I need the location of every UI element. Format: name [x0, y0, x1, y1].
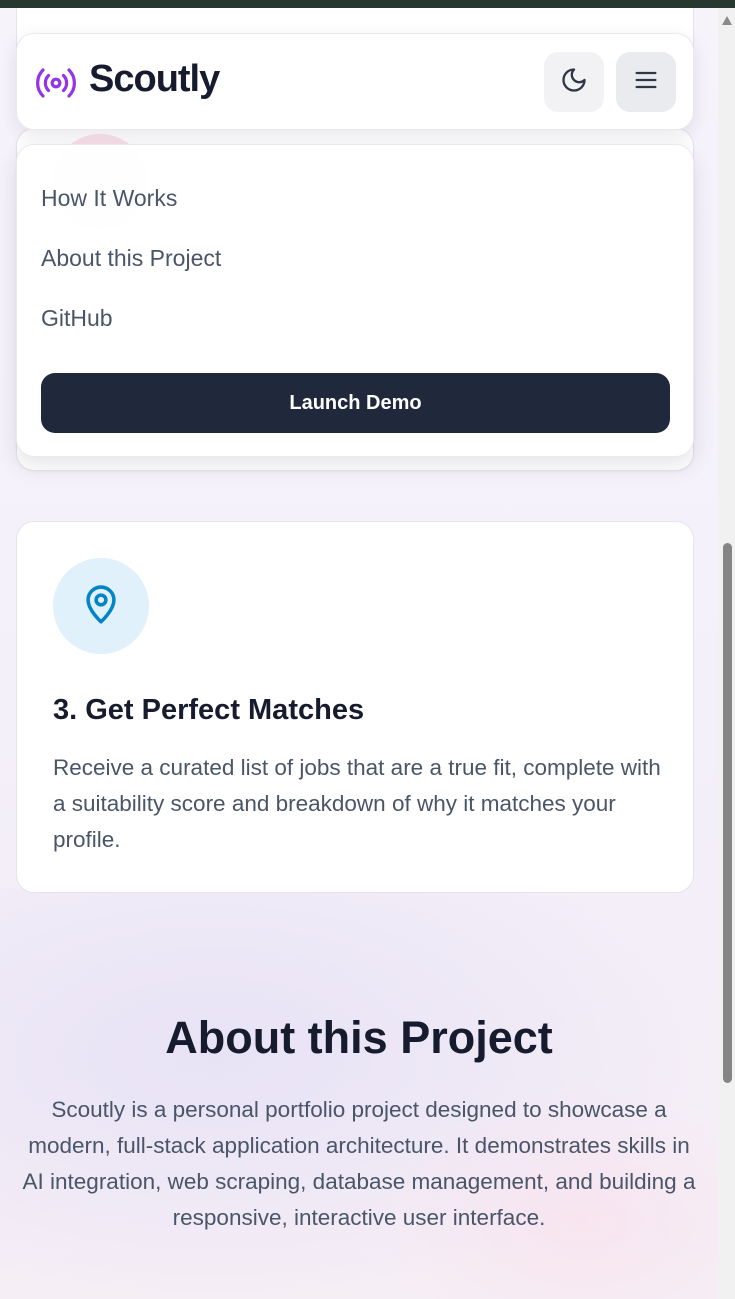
- step-3-description: Receive a curated list of jobs that are …: [53, 755, 661, 852]
- about-section-title: About this Project: [165, 1012, 553, 1063]
- mobile-nav-menu: How It Works About this Project GitHub L…: [16, 144, 694, 457]
- broadcast-icon: [35, 62, 77, 104]
- step-3-icon-circle: [53, 558, 149, 654]
- scroll-up-arrow-icon[interactable]: [722, 16, 732, 25]
- step-3-title: 3. Get Perfect Matches: [53, 694, 365, 726]
- brand-name[interactable]: Scoutly: [89, 58, 220, 101]
- map-pin-icon: [81, 583, 121, 630]
- moon-icon: [560, 66, 588, 99]
- launch-demo-button[interactable]: Launch Demo: [41, 373, 670, 433]
- site-header: Scoutly: [16, 33, 694, 130]
- about-section-description: Scoutly is a personal portfolio project …: [22, 1097, 696, 1230]
- browser-top-bar: [0, 0, 735, 8]
- nav-link-github[interactable]: GitHub: [41, 305, 113, 332]
- nav-link-about[interactable]: About this Project: [41, 245, 221, 272]
- scrollbar-thumb[interactable]: [723, 543, 732, 1083]
- theme-toggle-button[interactable]: [544, 52, 604, 112]
- menu-toggle-button[interactable]: [616, 52, 676, 112]
- vertical-scrollbar[interactable]: [718, 8, 735, 1299]
- step-card-3: 3. Get Perfect Matches Receive a curated…: [16, 521, 694, 893]
- page-viewport: Scoutly How It Works About this Project …: [0, 8, 718, 1299]
- hamburger-menu-icon: [632, 66, 660, 99]
- nav-link-how-it-works[interactable]: How It Works: [41, 185, 177, 212]
